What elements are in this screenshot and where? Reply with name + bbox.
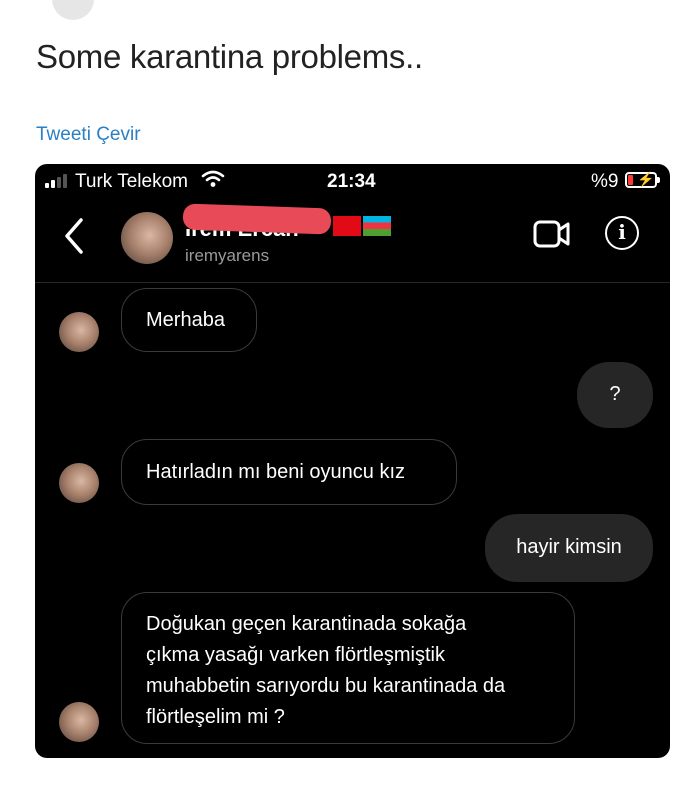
sender-avatar [59, 702, 99, 742]
incoming-message[interactable]: Merhaba [121, 288, 257, 352]
incoming-message[interactable]: Hatırladın mı beni oyuncu kız [121, 439, 457, 505]
status-time: 21:34 [327, 171, 376, 192]
turkey-flag-emoji [333, 216, 361, 236]
info-icon[interactable]: i [605, 216, 639, 250]
battery-tip [657, 177, 660, 183]
chat-header: İrem Ercan iremyarens i [35, 198, 670, 283]
battery-icon: ⚡ [625, 171, 657, 188]
azerbaijan-flag-emoji [363, 216, 391, 236]
tweet-text: Some karantina problems.. [36, 38, 423, 75]
wifi-icon [201, 170, 225, 187]
back-arrow-icon[interactable] [63, 216, 85, 256]
carrier-name: Turk Telekom [75, 171, 188, 192]
status-bar: Turk Telekom 21:34 %9 ⚡ [35, 164, 670, 198]
author-avatar[interactable] [52, 0, 94, 20]
signal-icon [45, 174, 69, 188]
redaction-mark [182, 203, 332, 235]
incoming-message[interactable]: Doğukan geçen karantinada sokağa çıkma y… [121, 592, 575, 744]
attached-screenshot[interactable]: Turk Telekom 21:34 %9 ⚡ İrem Ercan iremy… [35, 164, 670, 758]
video-call-icon[interactable] [533, 218, 571, 250]
contact-username[interactable]: iremyarens [185, 246, 269, 266]
sender-avatar [59, 312, 99, 352]
outgoing-message[interactable]: ? [577, 362, 653, 428]
contact-avatar[interactable] [121, 212, 173, 264]
outgoing-message[interactable]: hayir kimsin [485, 514, 653, 582]
translate-tweet-link[interactable]: Tweeti Çevir [36, 124, 141, 146]
sender-avatar [59, 463, 99, 503]
battery-percent: %9 [591, 171, 619, 192]
